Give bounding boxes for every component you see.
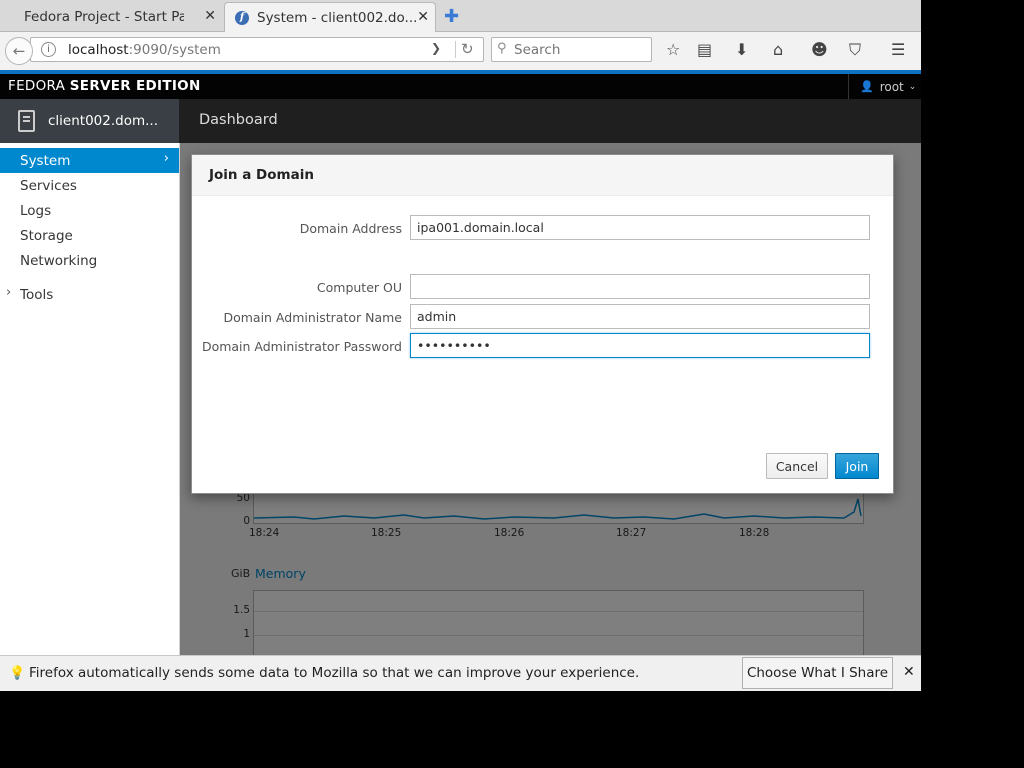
url-bar[interactable]: i localhost:9090/system ❯ ↻ xyxy=(30,37,484,62)
host-name: client002.dom... xyxy=(48,113,158,129)
chevron-right-icon: › xyxy=(6,285,12,300)
tab-strip: Fedora Project - Start Pa... ✕ f System … xyxy=(0,0,921,32)
sidebar-item-label: Logs xyxy=(20,202,52,219)
brand-logo: FEDORA SERVER EDITION xyxy=(8,78,201,94)
sidebar-item-services[interactable]: Services xyxy=(0,173,179,198)
admin-name-label: Domain Administrator Name xyxy=(223,310,402,325)
back-button[interactable]: ← xyxy=(5,37,33,65)
close-icon[interactable]: ✕ xyxy=(417,9,429,25)
bookmark-star-icon[interactable]: ☆ xyxy=(666,40,680,59)
lightbulb-icon: 💡 xyxy=(9,666,26,681)
search-icon: ⚲ xyxy=(497,41,507,56)
info-icon[interactable]: i xyxy=(41,42,56,57)
url-text[interactable]: localhost:9090/system xyxy=(68,42,221,58)
fedora-favicon-icon: f xyxy=(235,10,249,25)
sidebar-item-tools[interactable]: › Tools xyxy=(0,283,179,307)
sidebar: System › Services Logs Storage Networkin… xyxy=(0,143,180,655)
reload-icon[interactable]: ↻ xyxy=(461,40,474,58)
admin-password-input[interactable] xyxy=(410,333,870,358)
chevron-down-icon[interactable]: ❯ xyxy=(431,41,441,55)
admin-password-label: Domain Administrator Password xyxy=(201,339,402,354)
computer-ou-label: Computer OU xyxy=(316,280,402,295)
home-icon[interactable]: ⌂ xyxy=(773,40,783,59)
reading-list-icon[interactable]: ▤ xyxy=(697,40,712,59)
search-bar[interactable]: ⚲ xyxy=(491,37,652,62)
host-bar: client002.dom... Dashboard xyxy=(0,99,921,143)
dashboard-link[interactable]: Dashboard xyxy=(199,112,278,128)
cancel-button[interactable]: Cancel xyxy=(766,453,828,479)
chevron-down-icon: ⌄ xyxy=(908,81,917,92)
dialog-header: Join a Domain xyxy=(192,155,893,196)
user-icon: 👤 xyxy=(860,80,874,93)
sidebar-item-label: Services xyxy=(20,177,77,194)
sidebar-item-networking[interactable]: Networking xyxy=(0,248,179,273)
join-button[interactable]: Join xyxy=(835,453,879,479)
cockpit-header: FEDORA SERVER EDITION 👤 root ⌄ xyxy=(0,74,921,99)
choose-what-i-share-button[interactable]: Choose What I Share xyxy=(742,657,893,689)
admin-name-input[interactable] xyxy=(410,304,870,329)
chevron-right-icon: › xyxy=(163,151,169,166)
host-selector[interactable]: client002.dom... xyxy=(0,99,179,143)
user-name: root xyxy=(879,79,904,94)
divider xyxy=(455,41,456,58)
new-tab-icon[interactable]: ✚ xyxy=(444,6,459,27)
domain-address-input[interactable] xyxy=(410,215,870,240)
dialog-title: Join a Domain xyxy=(209,167,314,183)
tab-system[interactable]: f System - client002.do... ✕ xyxy=(224,2,436,32)
tab-label: Fedora Project - Start Pa... xyxy=(24,9,184,25)
browser-window: Fedora Project - Start Pa... ✕ f System … xyxy=(0,0,921,691)
close-icon[interactable]: ✕ xyxy=(903,664,915,680)
search-input[interactable] xyxy=(514,40,648,59)
sidebar-item-label: System xyxy=(20,152,71,169)
download-icon[interactable]: ⬇ xyxy=(735,40,748,59)
tab-fedora-start[interactable]: Fedora Project - Start Pa... ✕ xyxy=(0,2,222,32)
hello-icon[interactable]: ☻ xyxy=(811,40,828,59)
domain-address-label: Domain Address xyxy=(299,221,402,236)
server-icon xyxy=(18,110,35,132)
join-domain-dialog: Join a Domain Domain Address Computer OU… xyxy=(191,154,894,494)
user-menu[interactable]: 👤 root ⌄ xyxy=(848,74,921,99)
tab-label: System - client002.do... xyxy=(257,9,417,26)
sidebar-item-storage[interactable]: Storage xyxy=(0,223,179,248)
sidebar-item-label: Storage xyxy=(20,227,73,244)
arrow-left-icon: ← xyxy=(12,42,26,60)
close-icon[interactable]: ✕ xyxy=(204,8,216,24)
menu-icon[interactable]: ☰ xyxy=(891,40,905,59)
notification-message: Firefox automatically sends some data to… xyxy=(29,665,640,681)
pocket-icon[interactable]: ⛉ xyxy=(849,40,861,60)
sidebar-item-system[interactable]: System › xyxy=(0,148,179,173)
notification-bar: 💡 Firefox automatically sends some data … xyxy=(0,655,921,691)
sidebar-item-label: Tools xyxy=(20,287,54,303)
sidebar-item-label: Networking xyxy=(20,252,98,269)
computer-ou-input[interactable] xyxy=(410,274,870,299)
navigation-bar: i localhost:9090/system ❯ ↻ ← ⚲ ☆ ▤ ⬇ ⌂ … xyxy=(0,32,921,70)
sidebar-item-logs[interactable]: Logs xyxy=(0,198,179,223)
